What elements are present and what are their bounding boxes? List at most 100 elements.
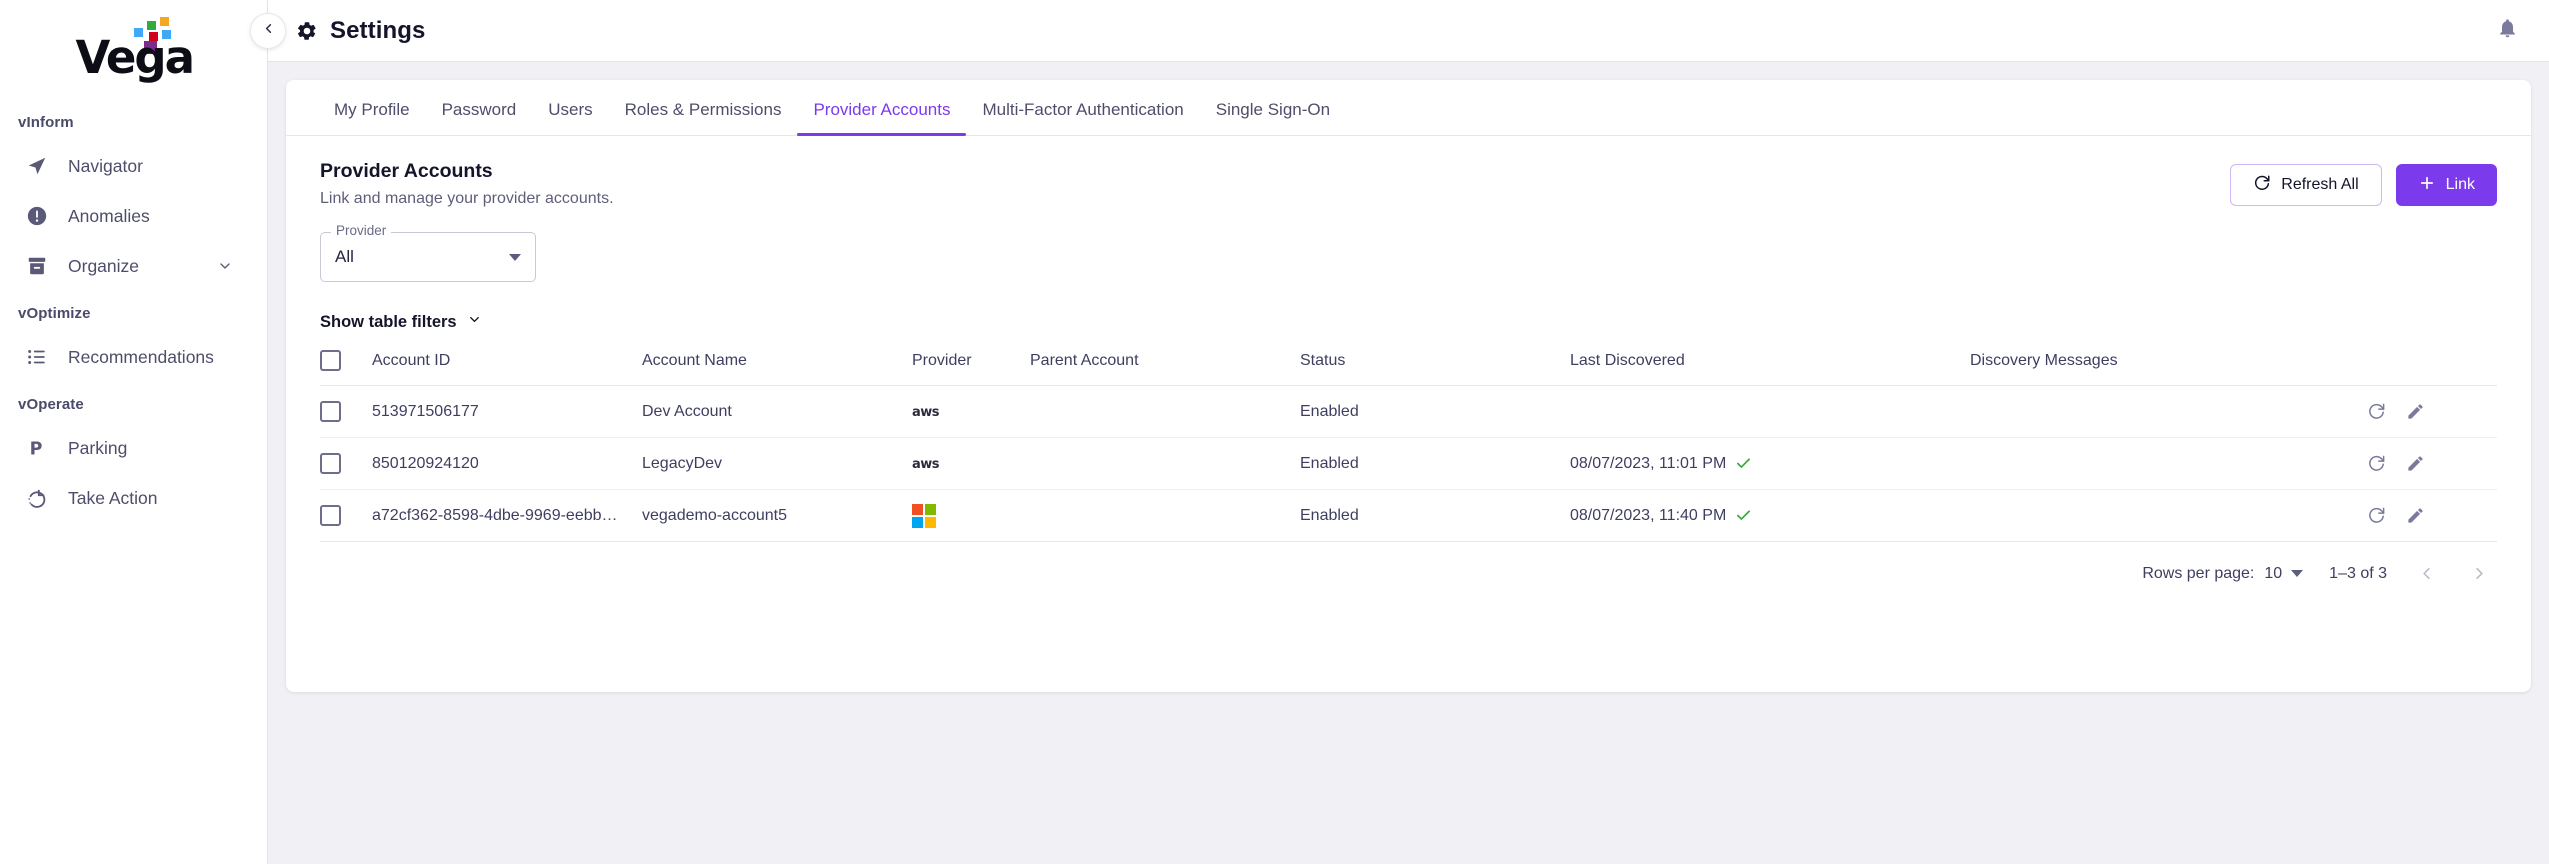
cell-row-actions <box>2367 437 2497 490</box>
link-button-label: Link <box>2445 176 2475 193</box>
status-text: Enabled <box>1300 454 1359 472</box>
logo-square <box>159 17 169 26</box>
rows-per-page-label: Rows per page: <box>2142 564 2255 582</box>
list-bullet-icon <box>26 344 56 370</box>
table-header-row: Account ID Account Name Provider Parent … <box>320 350 2497 386</box>
card-body: Provider Accounts Link and manage your p… <box>286 136 2531 583</box>
table-row[interactable]: 513971506177 Dev Account aws Enabled <box>320 385 2497 438</box>
parking-p-icon: P <box>26 435 56 461</box>
cell-account-name: Dev Account <box>642 385 912 438</box>
caret-down-icon <box>509 253 521 261</box>
sidebar-item-take-action[interactable]: Take Action <box>0 473 267 523</box>
rows-per-page-select[interactable]: 10 <box>2264 564 2304 583</box>
sidebar-item-parking[interactable]: P Parking <box>0 423 267 473</box>
navigation-arrow-icon <box>26 153 56 179</box>
cell-account-id: 850120924120 <box>372 437 642 490</box>
microsoft-logo-icon <box>912 503 1030 528</box>
sidebar-item-recommendations[interactable]: Recommendations <box>0 332 267 382</box>
tab-provider-accounts[interactable]: Provider Accounts <box>797 100 967 136</box>
row-checkbox[interactable] <box>320 505 341 526</box>
notifications-button[interactable] <box>2487 11 2527 51</box>
sidebar-item-navigator[interactable]: Navigator <box>0 141 267 191</box>
svg-text:P: P <box>30 439 43 459</box>
edit-pencil-icon[interactable] <box>2406 402 2425 421</box>
refresh-icon <box>2253 174 2271 197</box>
provider-select[interactable]: All <box>320 232 536 282</box>
column-account-id[interactable]: Account ID <box>372 350 642 386</box>
sidebar-nav: vInform Navigator Anomalies Organize vOptimi… <box>0 114 267 523</box>
discovery-success-check-icon <box>1735 507 1752 524</box>
aws-logo-icon: aws <box>912 456 940 472</box>
last-discovered-text: 08/07/2023, 11:40 PM <box>1570 506 1727 524</box>
page-title: Settings <box>330 16 426 44</box>
gear-icon <box>296 20 318 42</box>
cell-parent-account <box>1030 437 1300 490</box>
sidebar-item-anomalies[interactable]: Anomalies <box>0 191 267 241</box>
header-actions: Refresh All Link <box>2230 160 2497 206</box>
column-last-discovered[interactable]: Last Discovered <box>1570 350 1970 386</box>
provider-accounts-table: Account ID Account Name Provider Parent … <box>320 350 2497 542</box>
row-checkbox[interactable] <box>320 401 341 422</box>
column-account-name[interactable]: Account Name <box>642 350 912 386</box>
tab-users[interactable]: Users <box>532 100 608 135</box>
refresh-all-button[interactable]: Refresh All <box>2230 164 2382 206</box>
plus-icon <box>2418 174 2436 197</box>
edit-pencil-icon[interactable] <box>2406 506 2425 525</box>
sidebar-item-organize[interactable]: Organize <box>0 241 267 291</box>
select-all-checkbox[interactable] <box>320 350 341 371</box>
link-button[interactable]: Link <box>2395 164 2497 206</box>
column-parent-account[interactable]: Parent Account <box>1030 350 1300 386</box>
show-table-filters-toggle[interactable]: Show table filters <box>320 312 482 332</box>
sidebar-collapse-button[interactable] <box>250 13 286 49</box>
section-header-text: Provider Accounts Link and manage your p… <box>320 160 2230 208</box>
cell-discovery-messages <box>1970 437 2367 490</box>
pagination-prev-button[interactable] <box>2413 564 2440 583</box>
edit-pencil-icon[interactable] <box>2406 454 2425 473</box>
aws-logo-icon: aws <box>912 404 940 420</box>
account-id-text: 513971506177 <box>372 402 479 420</box>
cell-status: Enabled <box>1300 437 1570 490</box>
provider-filter[interactable]: Provider All <box>320 223 536 282</box>
table-row[interactable]: 850120924120 LegacyDev aws Enabled 08/07/202… <box>320 437 2497 490</box>
tab-password[interactable]: Password <box>426 100 533 135</box>
cell-discovery-messages <box>1970 489 2367 542</box>
sidebar-item-label: Recommendations <box>68 346 214 367</box>
rows-per-page-value: 10 <box>2264 564 2283 582</box>
chevron-down-icon[interactable] <box>217 258 233 274</box>
row-select-cell <box>320 385 372 438</box>
cell-row-actions <box>2367 385 2497 438</box>
tab-single-sign-on[interactable]: Single Sign-On <box>1200 100 1346 135</box>
refresh-row-icon[interactable] <box>2367 402 2386 421</box>
column-actions <box>2367 350 2497 386</box>
table-head: Account ID Account Name Provider Parent … <box>320 350 2497 386</box>
column-discovery-messages[interactable]: Discovery Messages <box>1970 350 2367 386</box>
tab-roles-permissions[interactable]: Roles & Permissions <box>609 100 798 135</box>
refresh-row-icon[interactable] <box>2367 506 2386 525</box>
section-title: Provider Accounts <box>320 160 493 182</box>
column-provider[interactable]: Provider <box>912 350 1030 386</box>
tab-my-profile[interactable]: My Profile <box>318 100 426 135</box>
account-name-text: Dev Account <box>642 402 732 420</box>
table-row[interactable]: a72cf362-8598-4dbe-9969-eebb1… vegademo-a… <box>320 489 2497 542</box>
cell-row-actions <box>2367 489 2497 542</box>
table-body: 513971506177 Dev Account aws Enabled 8501209… <box>320 385 2497 542</box>
cell-account-id: a72cf362-8598-4dbe-9969-eebb1… <box>372 489 642 542</box>
pagination-next-button[interactable] <box>2466 564 2493 583</box>
rows-per-page-group: Rows per page: 10 <box>2142 564 2304 583</box>
provider-filter-legend: Provider <box>331 223 392 238</box>
sidebar-item-label: Anomalies <box>68 205 150 226</box>
row-checkbox[interactable] <box>320 453 341 474</box>
column-status[interactable]: Status <box>1300 350 1570 386</box>
chevron-down-icon <box>467 312 482 332</box>
section-subtitle: Link and manage your provider accounts. <box>320 190 614 207</box>
brand-logo[interactable]: Vega <box>0 0 267 92</box>
pagination: Rows per page: 10 1–3 of 3 <box>320 542 2497 583</box>
last-discovered-text: 08/07/2023, 11:01 PM <box>1570 454 1727 472</box>
cell-provider: aws <box>912 385 1030 438</box>
discovery-success-check-icon <box>1735 455 1752 472</box>
cell-account-name: vegademo-account5 <box>642 489 912 542</box>
refresh-row-icon[interactable] <box>2367 454 2386 473</box>
tab-multi-factor-authentication[interactable]: Multi-Factor Authentication <box>966 100 1199 135</box>
show-table-filters-label: Show table filters <box>320 312 457 331</box>
sidebar-item-label: Navigator <box>68 155 143 176</box>
